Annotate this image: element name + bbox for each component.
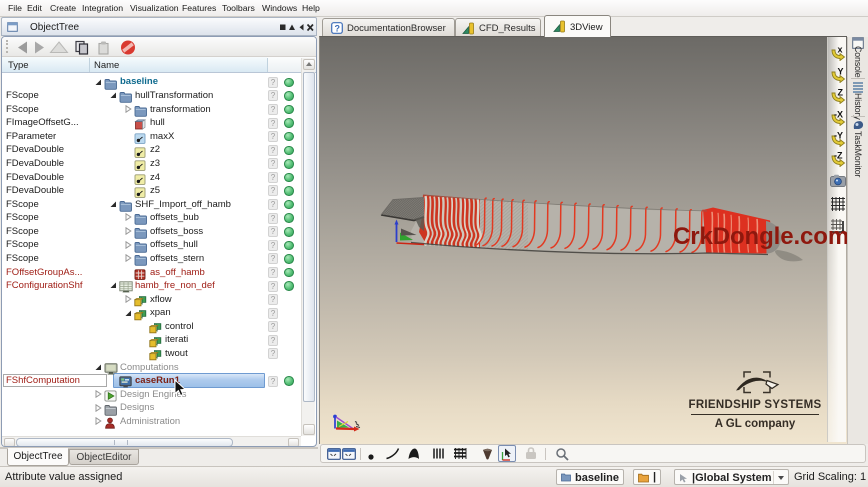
svg-text:-Y: -Y (834, 131, 843, 141)
svg-text:?: ? (335, 24, 341, 34)
svg-text:-Z: -Z (834, 151, 843, 161)
svg-text:x: x (838, 45, 843, 55)
svg-text:-X: -X (834, 110, 843, 120)
svg-text:Z: Z (838, 88, 844, 98)
svg-text:Y: Y (838, 66, 844, 76)
